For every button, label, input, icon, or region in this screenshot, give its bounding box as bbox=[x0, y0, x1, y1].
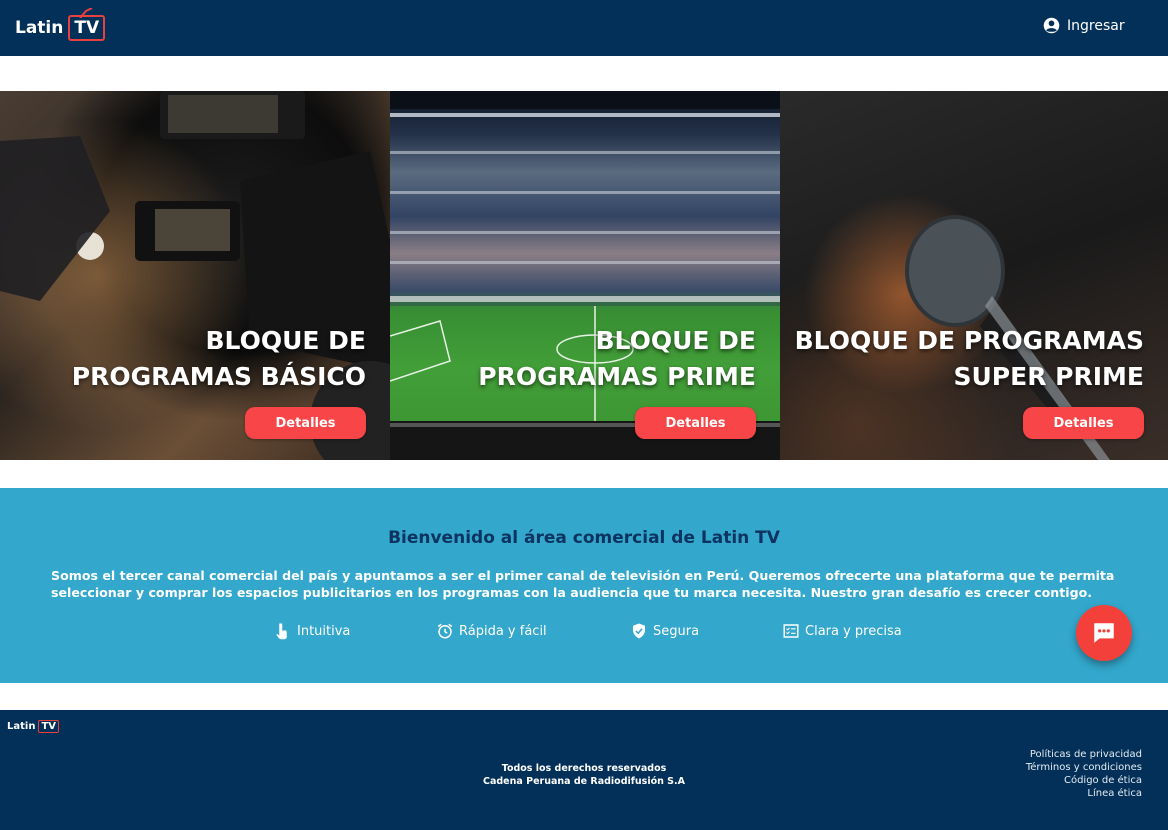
top-navbar: Latin TV Ingresar bbox=[0, 0, 1168, 56]
feature-segura: Segura bbox=[630, 622, 699, 640]
login-button[interactable]: Ingresar bbox=[1043, 17, 1125, 34]
welcome-section: Bienvenido al área comercial de Latin TV… bbox=[0, 488, 1168, 683]
link-ethics-line[interactable]: Línea ética bbox=[1026, 787, 1142, 800]
block-basico-title: BLOQUE DE PROGRAMAS BÁSICO bbox=[72, 323, 366, 395]
link-privacy-policy[interactable]: Políticas de privacidad bbox=[1026, 748, 1142, 761]
block-prime-card: BLOQUE DE PROGRAMAS PRIME Detalles bbox=[390, 91, 780, 460]
chat-button[interactable] bbox=[1076, 605, 1132, 661]
microphone-scene-image bbox=[905, 215, 1110, 460]
checklist-icon bbox=[783, 624, 799, 638]
user-account-icon bbox=[1043, 17, 1060, 34]
latin-tv-logo[interactable]: Latin TV bbox=[15, 5, 106, 51]
logo-tv-box: TV bbox=[68, 8, 106, 41]
camera-scene-image bbox=[0, 91, 390, 460]
shield-check-icon bbox=[633, 623, 645, 639]
rights-text: Todos los derechos reservados bbox=[501, 763, 667, 774]
antenna-icon bbox=[79, 8, 93, 18]
title-line: PROGRAMAS PRIME bbox=[478, 362, 756, 391]
footer-logo[interactable]: Latin TV bbox=[7, 720, 60, 733]
details-button-prime[interactable]: Detalles bbox=[635, 407, 756, 439]
feature-label: Rápida y fácil bbox=[459, 623, 547, 639]
block-super-prime-title: BLOQUE DE PROGRAMAS SUPER PRIME bbox=[795, 323, 1144, 395]
welcome-description: Somos el tercer canal comercial del país… bbox=[51, 568, 1115, 600]
chat-bubble-icon bbox=[1094, 623, 1114, 643]
feature-label: Segura bbox=[653, 623, 700, 639]
link-ethics-code[interactable]: Código de ética bbox=[1026, 774, 1142, 787]
feature-label: Intuitiva bbox=[297, 623, 351, 639]
title-line: BLOQUE DE bbox=[595, 326, 756, 355]
footer-logo-text: Latin bbox=[7, 721, 36, 732]
touch-icon bbox=[276, 623, 287, 640]
feature-label: Clara y precisa bbox=[805, 623, 902, 639]
feature-clara: Clara y precisa bbox=[782, 622, 902, 640]
details-button-super-prime[interactable]: Detalles bbox=[1023, 407, 1144, 439]
logo-tv-text: TV bbox=[74, 18, 100, 38]
company-name: Cadena Peruana de Radiodifusión S.A bbox=[483, 776, 685, 787]
footer-legal: Todos los derechos reservados Cadena Per… bbox=[0, 762, 1168, 788]
logo-text: Latin bbox=[15, 18, 64, 38]
title-line: BLOQUE DE bbox=[205, 326, 366, 355]
block-prime-title: BLOQUE DE PROGRAMAS PRIME bbox=[478, 323, 756, 395]
alarm-clock-icon bbox=[437, 623, 453, 639]
block-basico-card: BLOQUE DE PROGRAMAS BÁSICO Detalles bbox=[0, 91, 390, 460]
title-line: SUPER PRIME bbox=[953, 362, 1145, 391]
program-blocks: BLOQUE DE PROGRAMAS BÁSICO Detalles BLOQ… bbox=[0, 91, 1168, 460]
details-button-basico[interactable]: Detalles bbox=[245, 407, 366, 439]
stadium-scene-image bbox=[390, 91, 780, 460]
footer-links: Políticas de privacidad Términos y condi… bbox=[1026, 748, 1142, 800]
link-terms[interactable]: Términos y condiciones bbox=[1026, 761, 1142, 774]
login-label: Ingresar bbox=[1067, 17, 1125, 34]
feature-intuitiva: Intuitiva bbox=[274, 622, 350, 640]
block-super-prime-card: BLOQUE DE PROGRAMAS SUPER PRIME Detalles bbox=[780, 91, 1168, 460]
footer: Latin TV Todos los derechos reservados C… bbox=[0, 710, 1168, 830]
title-line: BLOQUE DE PROGRAMAS bbox=[794, 326, 1144, 355]
welcome-title: Bienvenido al área comercial de Latin TV bbox=[388, 528, 780, 548]
footer-logo-tv: TV bbox=[38, 720, 60, 733]
title-line: PROGRAMAS BÁSICO bbox=[71, 362, 366, 391]
feature-rapida: Rápida y fácil bbox=[436, 622, 547, 640]
